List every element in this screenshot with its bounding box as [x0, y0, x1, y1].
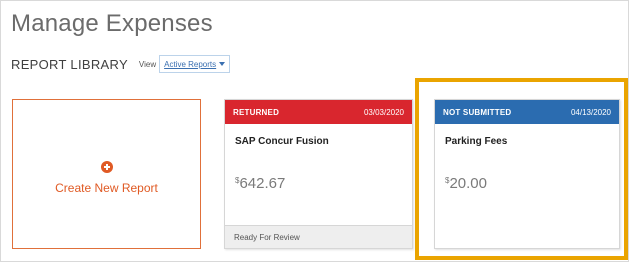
report-amount: $642.67	[235, 175, 285, 192]
create-new-report-card[interactable]: Create New Report	[12, 99, 201, 249]
report-library-toolbar: REPORT LIBRARY View Active Reports	[11, 53, 231, 75]
report-card-header: NOT SUBMITTED 04/13/2020	[435, 100, 619, 124]
amount-value: 642.67	[239, 175, 286, 192]
create-new-report-label: Create New Report	[55, 181, 158, 195]
report-amount: $20.00	[445, 175, 487, 192]
report-date: 03/03/2020	[363, 107, 404, 117]
view-label: View	[138, 59, 157, 69]
report-card-footer: Ready For Review	[225, 225, 412, 248]
page-title: Manage Expenses	[11, 10, 213, 37]
plus-circle-icon	[100, 161, 113, 173]
status-badge: NOT SUBMITTED	[443, 107, 512, 117]
view-filter-value[interactable]: Active Reports	[164, 60, 216, 69]
view-filter-dropdown[interactable]: Active Reports	[159, 55, 231, 73]
expenses-panel: Manage Expenses REPORT LIBRARY View Acti…	[0, 0, 629, 262]
report-library-title: REPORT LIBRARY	[11, 56, 128, 72]
report-card[interactable]: RETURNED 03/03/2020 SAP Concur Fusion $6…	[224, 99, 413, 249]
currency-symbol: $	[235, 176, 240, 185]
report-name: SAP Concur Fusion	[235, 136, 329, 147]
report-name: Parking Fees	[445, 136, 508, 147]
chevron-down-icon[interactable]	[219, 62, 226, 66]
currency-symbol: $	[445, 176, 450, 185]
status-badge: RETURNED	[233, 107, 280, 117]
report-date: 04/13/2020	[570, 107, 611, 117]
report-card-header: RETURNED 03/03/2020	[225, 100, 412, 124]
amount-value: 20.00	[449, 175, 487, 192]
report-card[interactable]: NOT SUBMITTED 04/13/2020 Parking Fees $2…	[434, 99, 620, 249]
